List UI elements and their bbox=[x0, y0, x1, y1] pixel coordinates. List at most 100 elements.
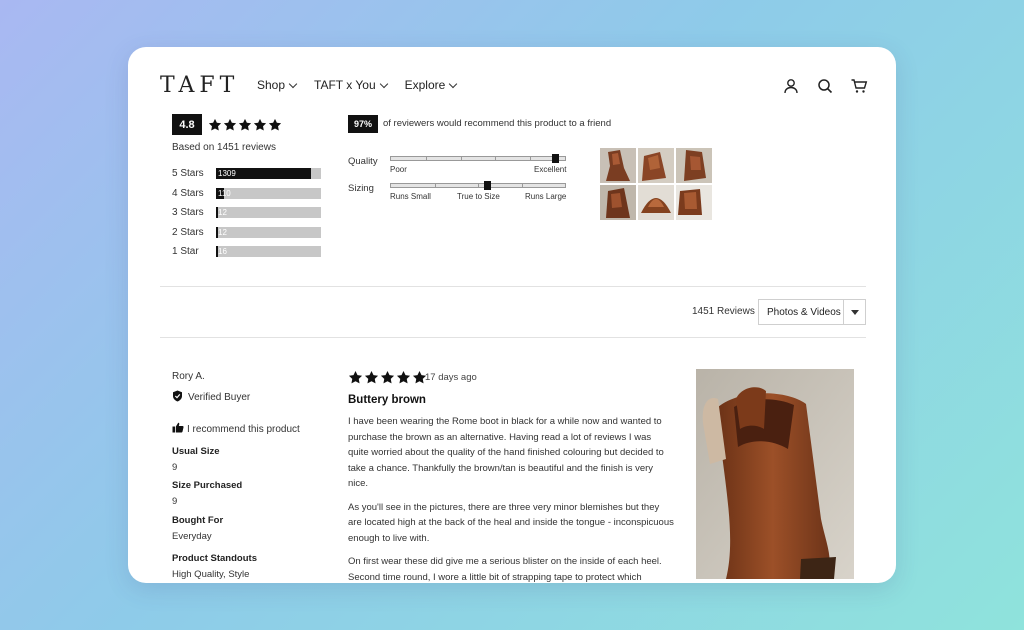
nav-explore[interactable]: Explore bbox=[405, 78, 458, 92]
sizing-mid-label: True to Size bbox=[457, 192, 500, 201]
attribute-value: Everyday bbox=[172, 531, 212, 542]
histogram-count: 12 bbox=[218, 227, 227, 237]
chevron-down-icon bbox=[449, 79, 458, 88]
attribute-value: 9 bbox=[172, 496, 178, 507]
attribute-bought-for: Bought For Everyday bbox=[172, 515, 223, 542]
histogram-bar: 110 bbox=[216, 187, 321, 199]
review-paragraph: As you'll see in the pictures, there are… bbox=[348, 501, 674, 544]
shield-check-icon bbox=[172, 390, 183, 405]
histogram-label: 1 Star bbox=[172, 246, 199, 258]
histogram-row[interactable]: 4 Stars 110 bbox=[172, 184, 322, 204]
search-icon[interactable] bbox=[816, 77, 834, 95]
histogram-bar: 16 bbox=[216, 246, 321, 258]
star-icon bbox=[223, 118, 237, 132]
sizing-high-label: Runs Large bbox=[525, 192, 567, 201]
review-title: Buttery brown bbox=[348, 394, 426, 406]
sizing-marker bbox=[483, 181, 491, 190]
nav-taft-x-you[interactable]: TAFT x You bbox=[314, 78, 388, 92]
review-paragraph: I have been wearing the Rome boot in bla… bbox=[348, 416, 664, 489]
review-photo-thumbnail[interactable] bbox=[600, 148, 636, 183]
recommend-percentage-badge: 97% bbox=[348, 115, 378, 133]
review-photo-thumbnail[interactable] bbox=[676, 185, 712, 220]
attribute-key: Product Standouts bbox=[172, 553, 257, 564]
dropdown-caret-icon[interactable] bbox=[843, 300, 865, 324]
scale-tick bbox=[495, 156, 497, 161]
media-filter-select[interactable]: Photos & Videos bbox=[758, 299, 866, 325]
recommend-text: of reviewers would recommend this produc… bbox=[383, 118, 612, 129]
review-count: 1451 Reviews bbox=[692, 306, 755, 317]
chevron-down-icon bbox=[288, 79, 298, 88]
quality-label: Quality bbox=[348, 156, 378, 167]
recommend-statement: I recommend this product bbox=[172, 422, 300, 436]
brand-logo[interactable]: TAFT bbox=[160, 73, 239, 98]
review-photo-thumbnail[interactable] bbox=[638, 148, 674, 183]
scale-tick bbox=[521, 183, 523, 188]
histogram-count: 12 bbox=[218, 208, 227, 218]
scale-tick bbox=[478, 183, 479, 188]
section-divider bbox=[160, 286, 866, 287]
average-stars bbox=[208, 118, 282, 132]
recommend-label: I recommend this product bbox=[187, 423, 300, 435]
histogram-row[interactable]: 5 Stars 1309 bbox=[172, 164, 322, 184]
sizing-low-label: Runs Small bbox=[390, 192, 431, 201]
review-photo[interactable] bbox=[696, 369, 854, 579]
reviewer-name: Rory A. bbox=[172, 371, 205, 382]
attribute-size-purchased: Size Purchased 9 bbox=[172, 480, 242, 507]
histogram-count: 1309 bbox=[218, 169, 236, 179]
histogram-label: 2 Stars bbox=[172, 226, 204, 238]
star-icon bbox=[268, 118, 282, 132]
sizing-scale bbox=[390, 181, 566, 190]
based-on-text: Based on 1451 reviews bbox=[172, 142, 276, 153]
histogram-label: 4 Stars bbox=[172, 187, 204, 199]
histogram-count: 110 bbox=[218, 188, 231, 198]
star-icon bbox=[364, 370, 379, 385]
star-icon bbox=[348, 370, 363, 385]
scale-tick bbox=[425, 156, 427, 161]
header-icons bbox=[782, 77, 868, 95]
quality-high-label: Excellent bbox=[534, 165, 567, 174]
histogram-label: 5 Stars bbox=[172, 168, 204, 180]
account-icon[interactable] bbox=[782, 77, 800, 95]
quality-marker bbox=[551, 154, 559, 163]
rating-histogram: 5 Stars 1309 4 Stars 110 3 Stars 12 2 St… bbox=[172, 164, 322, 262]
review-photo-thumbnail[interactable] bbox=[600, 185, 636, 220]
chevron-down-icon bbox=[379, 79, 388, 88]
star-icon bbox=[208, 118, 222, 132]
scale-tick bbox=[434, 183, 436, 188]
scale-tick bbox=[530, 156, 532, 161]
star-icon bbox=[253, 118, 267, 132]
star-icon bbox=[238, 118, 252, 132]
sizing-label: Sizing bbox=[348, 183, 374, 194]
histogram-label: 3 Stars bbox=[172, 207, 204, 219]
attribute-key: Bought For bbox=[172, 515, 224, 526]
quality-low-label: Poor bbox=[390, 165, 407, 174]
attribute-key: Size Purchased bbox=[172, 480, 243, 491]
histogram-bar: 12 bbox=[216, 226, 321, 238]
nav-shop[interactable]: Shop bbox=[257, 78, 298, 92]
review-stars bbox=[348, 370, 427, 385]
review-paragraph: On first wear these did give me a seriou… bbox=[348, 556, 662, 583]
attribute-key: Usual Size bbox=[172, 446, 220, 457]
scale-tick bbox=[460, 156, 462, 161]
attribute-value: 9 bbox=[172, 462, 178, 473]
review-photo-thumbnail[interactable] bbox=[676, 148, 712, 183]
histogram-row[interactable]: 1 Star 16 bbox=[172, 242, 322, 262]
review-photo-grid bbox=[600, 148, 712, 220]
review-body: I have been wearing the Rome boot in bla… bbox=[348, 414, 674, 583]
section-divider bbox=[160, 337, 866, 338]
nav-shop-label: Shop bbox=[257, 78, 286, 92]
star-icon bbox=[396, 370, 411, 385]
histogram-bar: 1309 bbox=[216, 168, 321, 180]
thumbs-up-icon bbox=[172, 422, 184, 436]
nav-taft-x-you-label: TAFT x You bbox=[314, 78, 376, 92]
media-filter-label: Photos & Videos bbox=[767, 306, 841, 318]
histogram-bar: 12 bbox=[216, 207, 321, 219]
review-photo-thumbnail[interactable] bbox=[638, 185, 674, 220]
verified-buyer-label: Verified Buyer bbox=[188, 392, 251, 403]
cart-icon[interactable] bbox=[850, 77, 868, 95]
main-nav: Shop TAFT x You Explore bbox=[257, 78, 458, 92]
histogram-row[interactable]: 2 Stars 12 bbox=[172, 223, 322, 243]
attribute-product-standouts: Product Standouts High Quality, Style bbox=[172, 553, 257, 580]
histogram-row[interactable]: 3 Stars 12 bbox=[172, 203, 322, 223]
histogram-count: 16 bbox=[218, 247, 227, 257]
